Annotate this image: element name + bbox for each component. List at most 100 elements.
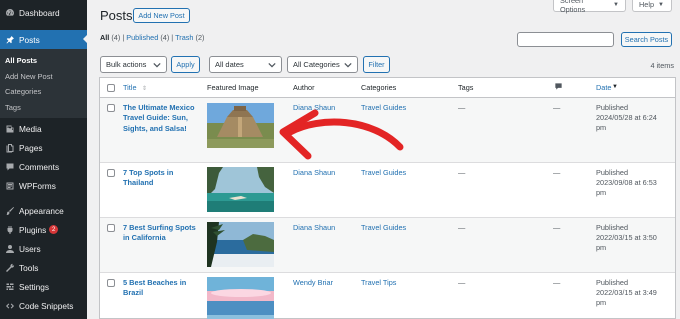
comments-value: — xyxy=(553,278,561,287)
menu-item-plugins[interactable]: Plugins 2 xyxy=(0,220,87,239)
table-header: Title ⇕ Featured Image Author Categories… xyxy=(100,78,675,98)
post-title-line: Brazil xyxy=(123,288,144,298)
post-status: Published xyxy=(596,278,629,287)
post-title-line: 5 Best Beaches in xyxy=(123,278,187,287)
help-tab[interactable]: Help ▼ xyxy=(632,0,672,12)
post-date: 2023/09/08 at 6:53 xyxy=(596,178,657,187)
post-date: 2022/03/15 at 3:50 xyxy=(596,233,657,242)
column-title-header[interactable]: Title xyxy=(123,83,137,93)
comment-icon[interactable] xyxy=(554,82,563,94)
bulk-actions-value: Bulk actions xyxy=(106,60,147,69)
submenu-tags[interactable]: Tags xyxy=(0,100,87,116)
table-row: 5 Best Beaches in Brazil Wendy Briar Tra… xyxy=(100,273,675,319)
menu-item-wpforms[interactable]: WPForms xyxy=(0,176,87,195)
filter-all-count: (4) xyxy=(111,33,121,42)
submenu-all-posts[interactable]: All Posts xyxy=(0,53,87,69)
apply-button[interactable]: Apply xyxy=(171,56,200,73)
row-checkbox[interactable] xyxy=(107,279,115,287)
chevron-down-icon xyxy=(153,62,161,68)
post-title-link[interactable]: 5 Best Beaches in Brazil xyxy=(123,278,205,299)
dashboard-icon xyxy=(4,7,15,18)
featured-image-pyramid[interactable] xyxy=(207,103,274,148)
select-all-checkbox[interactable] xyxy=(107,84,115,92)
row-checkbox[interactable] xyxy=(107,224,115,232)
post-title-line: Thailand xyxy=(123,178,154,188)
post-time-suffix: pm xyxy=(596,298,607,307)
category-link[interactable]: Travel Guides xyxy=(361,168,406,178)
submenu-add-new-post[interactable]: Add New Post xyxy=(0,69,87,85)
screen-options-tab[interactable]: Screen Options ▼ xyxy=(553,0,626,14)
category-link[interactable]: Travel Guides xyxy=(361,103,406,113)
category-filter-select[interactable]: All Categories xyxy=(287,56,358,73)
menu-item-appearance[interactable]: Appearance xyxy=(0,201,87,220)
tags-value: — xyxy=(458,103,466,112)
author-link[interactable]: Diana Shaun xyxy=(293,168,335,178)
submenu-categories[interactable]: Categories xyxy=(0,84,87,100)
menu-item-pages[interactable]: Pages xyxy=(0,138,87,157)
media-icon xyxy=(4,123,15,134)
filter-trash-count: (2) xyxy=(195,33,205,42)
menu-item-code-snippets[interactable]: Code Snippets xyxy=(0,296,87,315)
table-row: 7 Top Spots in Thailand Diana Shaun Trav… xyxy=(100,163,675,218)
post-title-link[interactable]: 7 Best Surfing Spots in California xyxy=(123,223,205,244)
filter-published-link[interactable]: Published (4) xyxy=(126,33,169,42)
post-time-suffix: pm xyxy=(596,123,607,132)
menu-label-tools: Tools xyxy=(19,262,39,273)
wpforms-icon xyxy=(4,180,15,191)
sort-desc-icon[interactable]: ▼ xyxy=(612,82,618,92)
featured-image-california-coast[interactable] xyxy=(207,222,274,267)
menu-item-settings[interactable]: Settings xyxy=(0,277,87,296)
date-filter-select[interactable]: All dates xyxy=(209,56,282,73)
post-status: Published xyxy=(596,168,629,177)
post-title-link[interactable]: The Ultimate Mexico Travel Guide: Sun, S… xyxy=(123,103,205,134)
filter-trash-link[interactable]: Trash (2) xyxy=(175,33,204,42)
chevron-down-icon xyxy=(344,62,352,68)
column-date-header[interactable]: Date xyxy=(596,83,611,93)
post-title-link[interactable]: 7 Top Spots in Thailand xyxy=(123,168,205,189)
category-filter-value: All Categories xyxy=(293,60,340,69)
tags-value: — xyxy=(458,168,466,177)
menu-label-posts: Posts xyxy=(19,34,40,45)
row-checkbox[interactable] xyxy=(107,169,115,177)
filter-all-label: All xyxy=(100,33,110,42)
post-date: 2024/05/28 at 6:24 xyxy=(596,113,657,122)
search-posts-button[interactable]: Search Posts xyxy=(621,32,672,47)
menu-item-comments[interactable]: Comments xyxy=(0,157,87,176)
category-link[interactable]: Travel Tips xyxy=(361,278,396,288)
author-link[interactable]: Wendy Briar xyxy=(293,278,333,288)
brush-icon xyxy=(4,205,15,216)
menu-label-code-snippets: Code Snippets xyxy=(19,300,74,311)
menu-item-tools[interactable]: Tools xyxy=(0,258,87,277)
sort-indicator-icon[interactable]: ⇕ xyxy=(142,83,147,94)
date-cell: Published 2024/05/28 at 6:24 pm xyxy=(596,103,676,133)
category-link[interactable]: Travel Guides xyxy=(361,223,406,233)
menu-item-dashboard[interactable]: Dashboard xyxy=(0,3,87,22)
menu-label-users: Users xyxy=(19,243,41,254)
caret-down-icon: ▼ xyxy=(613,1,619,8)
date-cell: Published 2022/03/15 at 3:50 pm xyxy=(596,223,676,253)
screen-options-label: Screen Options xyxy=(560,0,586,14)
menu-label-wpforms: WPForms xyxy=(19,180,56,191)
featured-image-thailand-bay[interactable] xyxy=(207,167,274,212)
row-checkbox[interactable] xyxy=(107,104,115,112)
plugin-icon xyxy=(4,224,15,235)
author-link[interactable]: Diana Shaun xyxy=(293,103,335,113)
featured-image-brazil-beach[interactable] xyxy=(207,277,274,319)
menu-label-settings: Settings xyxy=(19,281,49,292)
post-time-suffix: pm xyxy=(596,188,607,197)
filter-published-count: (4) xyxy=(160,33,170,42)
bulk-actions-select[interactable]: Bulk actions xyxy=(100,56,167,73)
filter-button[interactable]: Filter xyxy=(363,56,390,73)
filter-all-link[interactable]: All (4) xyxy=(100,33,120,42)
author-link[interactable]: Diana Shaun xyxy=(293,223,335,233)
search-input[interactable] xyxy=(517,32,614,47)
posts-table: Title ⇕ Featured Image Author Categories… xyxy=(99,77,676,319)
menu-item-media[interactable]: Media xyxy=(0,119,87,138)
menu-label-comments: Comments xyxy=(19,161,60,172)
menu-item-users[interactable]: Users xyxy=(0,239,87,258)
menu-item-posts[interactable]: Posts xyxy=(0,30,87,49)
comments-value: — xyxy=(553,223,561,232)
add-new-post-button[interactable]: Add New Post xyxy=(133,8,190,23)
admin-sidebar: Dashboard Posts All Posts Add New Post C… xyxy=(0,0,87,319)
posts-submenu: All Posts Add New Post Categories Tags xyxy=(0,49,87,118)
